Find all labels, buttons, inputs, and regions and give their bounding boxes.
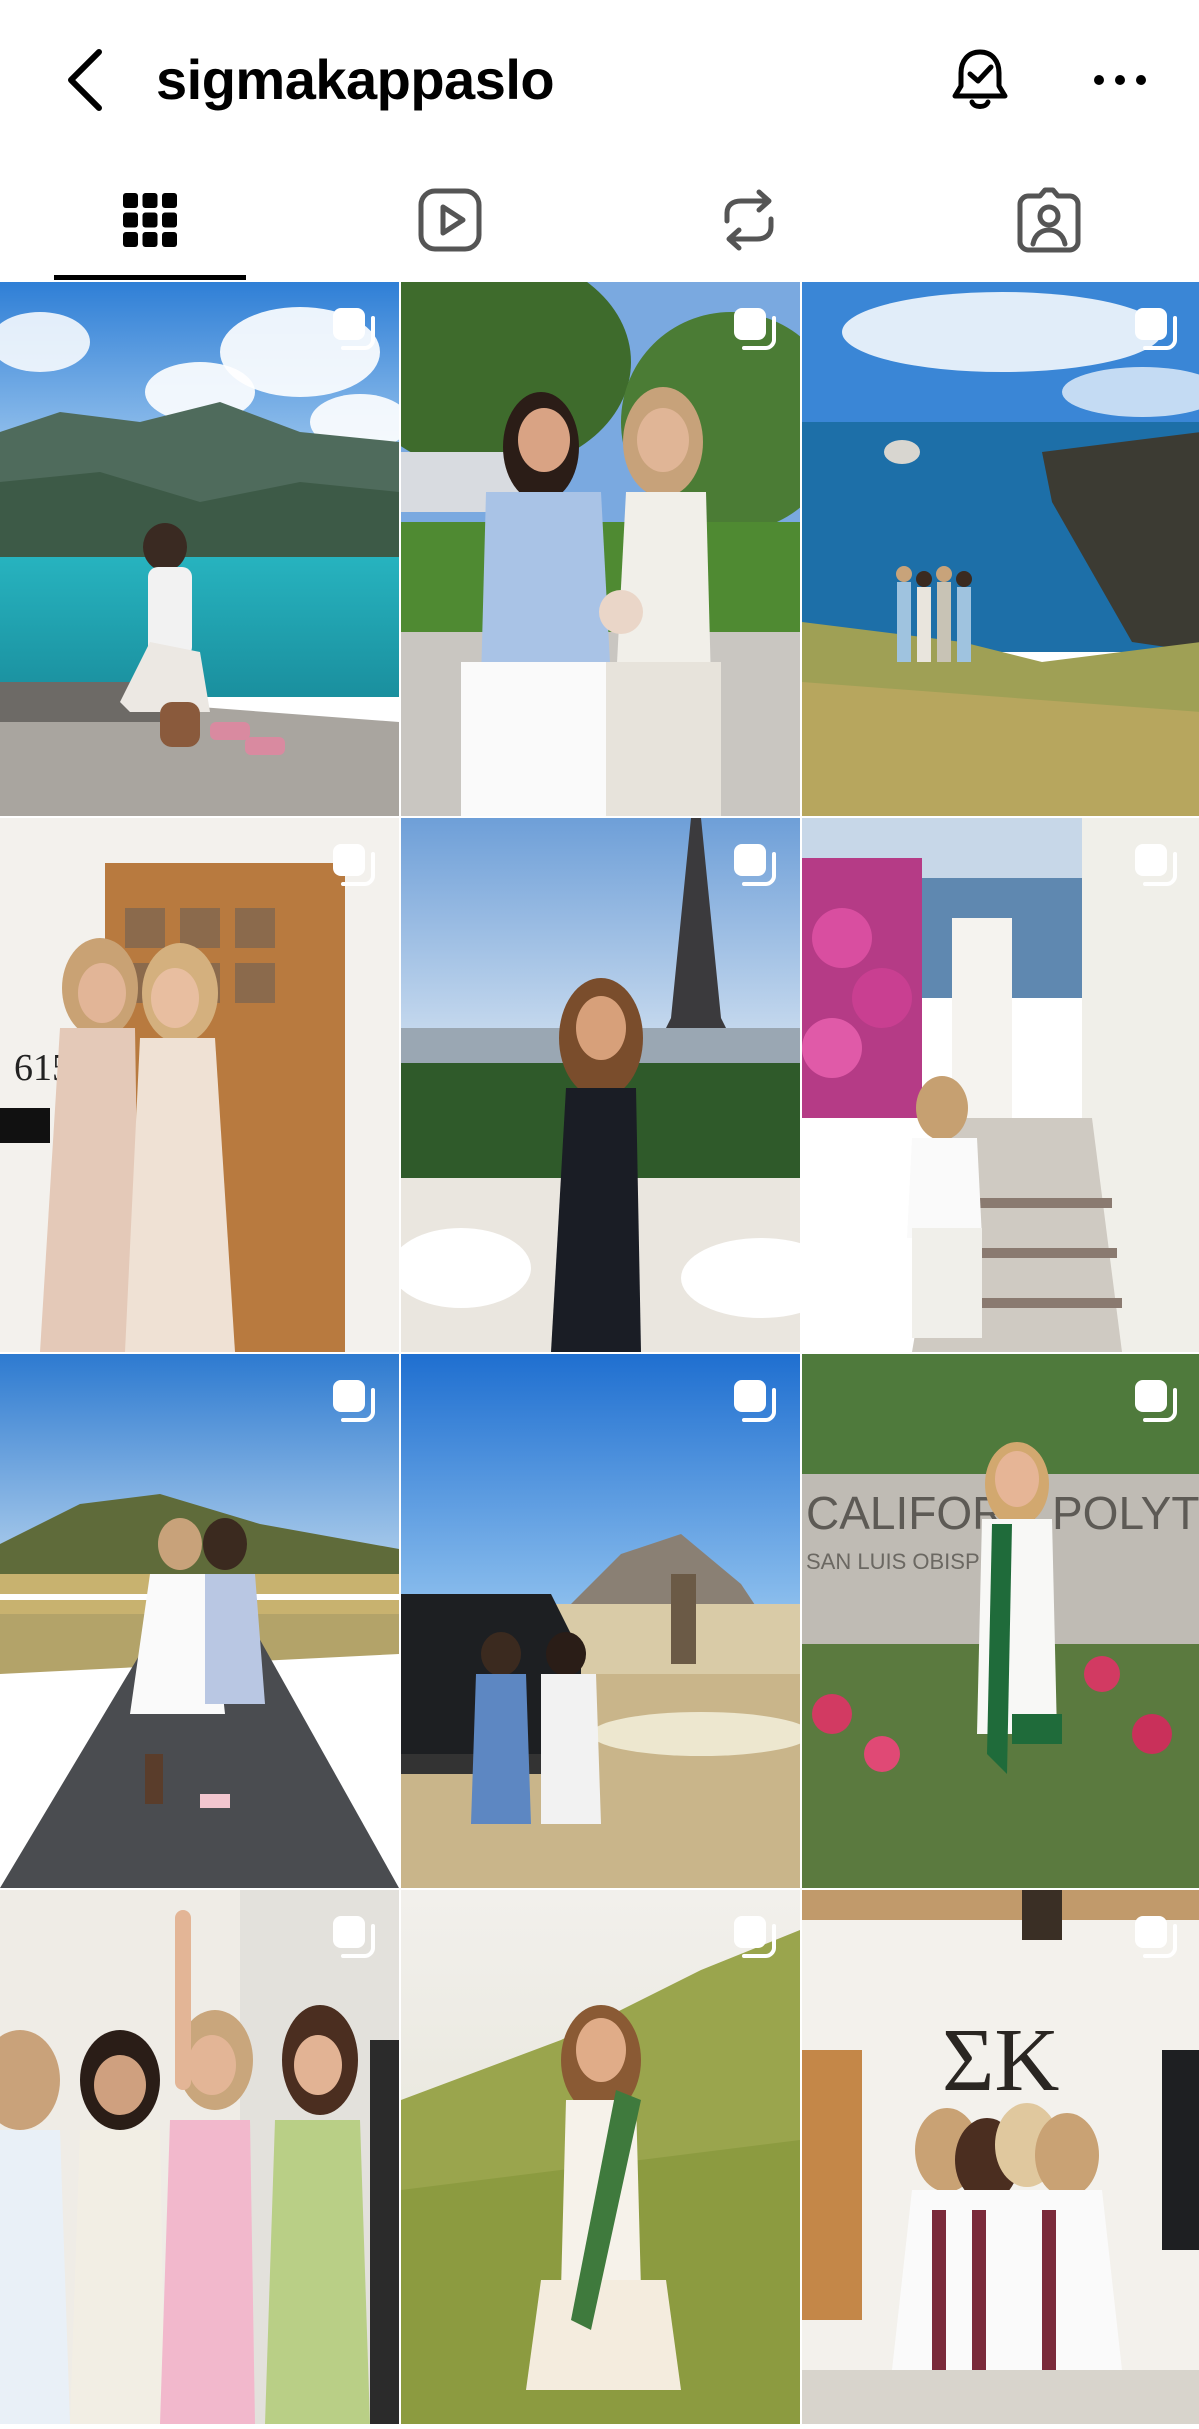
- sign-text-san-luis-obispo: SAN LUIS OBISP: [806, 1549, 980, 1574]
- chevron-left-icon: [68, 49, 102, 111]
- tab-reposts[interactable]: [600, 160, 900, 280]
- tab-posts[interactable]: [0, 160, 300, 280]
- profile-header: sigmakappaslo: [0, 0, 1199, 160]
- carousel-icon: [333, 1916, 375, 1958]
- sign-text-polytechnic: POLYTEC: [1052, 1487, 1199, 1539]
- post-thumbnail[interactable]: CALIFORN POLYTEC SAN LUIS OBISP: [802, 1354, 1199, 1888]
- post-photo: ΣΚ: [802, 1890, 1199, 2424]
- carousel-icon: [1135, 1916, 1177, 1958]
- carousel-icon: [734, 1380, 776, 1422]
- post-photo: [401, 282, 800, 816]
- carousel-icon: [734, 308, 776, 350]
- post-photo: [802, 818, 1199, 1352]
- post-thumbnail[interactable]: [802, 818, 1199, 1352]
- tab-reels[interactable]: [300, 160, 600, 280]
- carousel-icon: [1135, 1380, 1177, 1422]
- grid-icon: [122, 193, 177, 247]
- post-photo: [401, 818, 800, 1352]
- greek-letters-text: ΣΚ: [942, 2011, 1059, 2110]
- post-photo: [0, 1890, 399, 2424]
- post-thumbnail[interactable]: [401, 818, 800, 1352]
- tab-tagged[interactable]: [899, 160, 1199, 280]
- carousel-icon: [734, 844, 776, 886]
- carousel-icon: [1135, 308, 1177, 350]
- bell-check-icon: [952, 49, 1008, 109]
- post-photo: CALIFORN POLYTEC SAN LUIS OBISP: [802, 1354, 1199, 1888]
- profile-username: sigmakappaslo: [156, 48, 555, 111]
- post-photo: [401, 1354, 800, 1888]
- tagged-person-icon: [1017, 187, 1081, 253]
- posts-grid: 615 CALIFORN POLYT SAN LUIS OBISP ΣΚ: [0, 282, 1199, 2429]
- post-photo: 615: [0, 818, 399, 1352]
- profile-tabs: [0, 160, 1199, 280]
- carousel-icon: [1135, 844, 1177, 886]
- post-thumbnail[interactable]: [401, 1354, 800, 1888]
- carousel-icon: [333, 1380, 375, 1422]
- reels-play-icon: [418, 188, 482, 252]
- active-tab-indicator: [54, 275, 246, 280]
- post-photo: [0, 282, 399, 816]
- notifications-button[interactable]: [940, 40, 1020, 120]
- post-thumbnail[interactable]: [401, 282, 800, 816]
- post-photo: [0, 1354, 399, 1888]
- post-thumbnail[interactable]: ΣΚ: [802, 1890, 1199, 2424]
- post-thumbnail[interactable]: [802, 282, 1199, 816]
- post-thumbnail[interactable]: [0, 1890, 399, 2424]
- back-button[interactable]: [50, 40, 120, 120]
- carousel-icon: [734, 1916, 776, 1958]
- post-thumbnail[interactable]: [0, 1354, 399, 1888]
- post-photo: [401, 1890, 800, 2424]
- carousel-icon: [333, 844, 375, 886]
- repost-icon: [724, 189, 774, 251]
- post-photo: [802, 282, 1199, 816]
- post-thumbnail[interactable]: [0, 282, 399, 816]
- post-thumbnail[interactable]: 615: [0, 818, 399, 1352]
- carousel-icon: [333, 308, 375, 350]
- more-options-button[interactable]: [1080, 40, 1160, 120]
- ellipsis-icon: [1094, 75, 1146, 85]
- post-thumbnail[interactable]: [401, 1890, 800, 2424]
